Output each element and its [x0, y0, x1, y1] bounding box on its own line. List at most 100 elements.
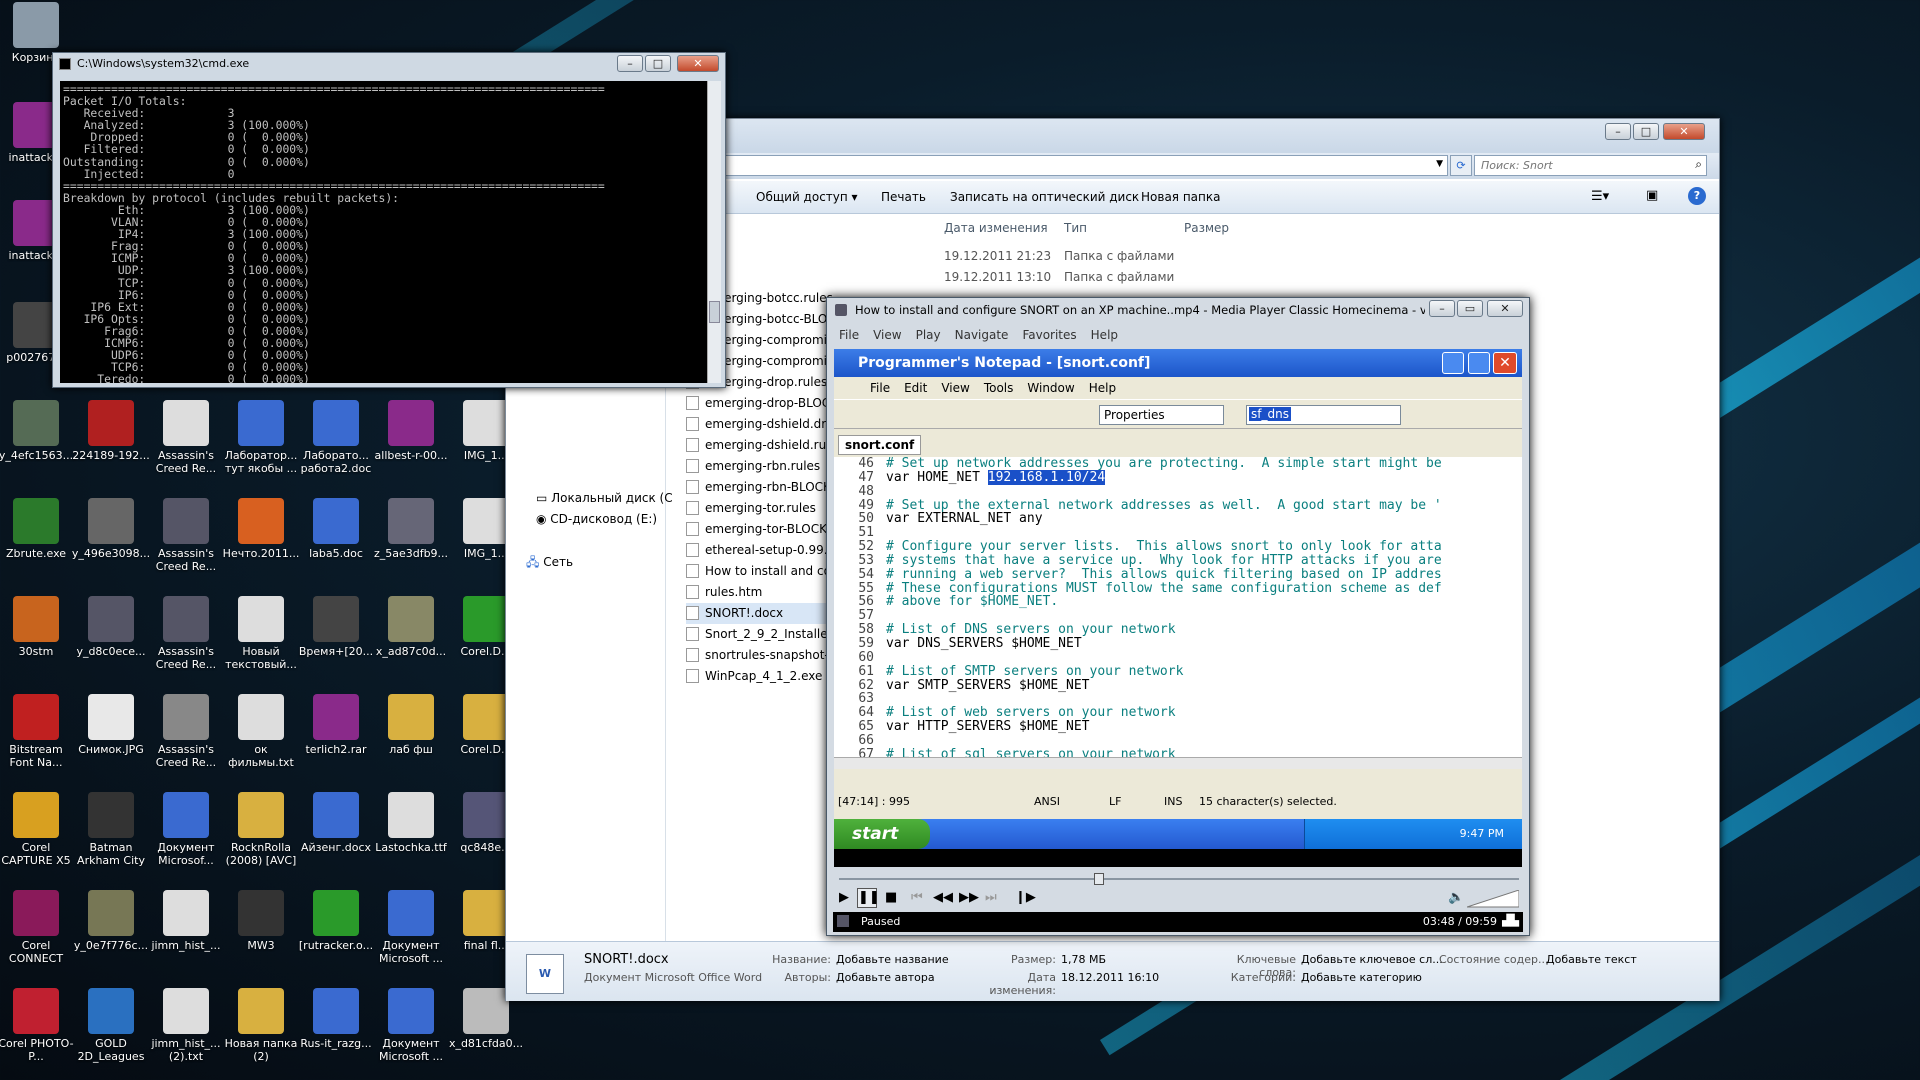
refresh-icon[interactable]: ⟳: [1450, 155, 1472, 176]
desktop-icon[interactable]: Документ Microsof...: [146, 792, 226, 867]
file-row[interactable]: emerging-tor.rules: [686, 498, 836, 519]
nav-network[interactable]: 🖧 Сеть: [526, 553, 573, 574]
file-row[interactable]: How to install and conf: [686, 561, 836, 582]
play-icon[interactable]: ▶: [839, 890, 849, 905]
detail-keywords-field[interactable]: Добавьте ключевое сл...: [1301, 953, 1443, 966]
desktop-icon[interactable]: RocknRolla (2008) [AVC]: [221, 792, 301, 867]
desktop-icon[interactable]: Corel CAPTURE X5: [0, 792, 76, 867]
search-icon[interactable]: ⌕: [1695, 157, 1702, 172]
close-button[interactable]: ✕: [1487, 300, 1523, 317]
desktop-icon[interactable]: y_4efc1563...: [0, 400, 76, 462]
desktop-icon[interactable]: Лаборатор... тут якобы ...: [221, 400, 301, 475]
desktop-icon[interactable]: Документ Microsoft ...: [371, 988, 451, 1063]
desktop-icon[interactable]: Corel PHOTO-P...: [0, 988, 76, 1063]
desktop-icon[interactable]: Айзенг.docx: [296, 792, 376, 854]
file-row[interactable]: SNORT!.docx: [686, 603, 836, 624]
toolbar-print-button[interactable]: Печать: [881, 190, 926, 204]
desktop-icon[interactable]: Документ Microsoft ...: [371, 890, 451, 965]
desktop-icon[interactable]: 30stm: [0, 596, 76, 658]
menu-help[interactable]: Help: [1091, 328, 1118, 342]
desktop-icon[interactable]: Снимок.JPG: [71, 694, 151, 756]
desktop-icon[interactable]: Corel CONNECT: [0, 890, 76, 965]
column-date[interactable]: Дата изменения: [944, 221, 1048, 235]
maximize-button[interactable]: □: [1633, 123, 1659, 140]
video-frame[interactable]: Programmer's Notepad - [snort.conf] ✕ Fi…: [834, 349, 1522, 867]
desktop-icon[interactable]: 224189-192...: [71, 400, 151, 462]
desktop-icon[interactable]: jimm_hist_... (2).txt: [146, 988, 226, 1063]
maximize-button[interactable]: ▭: [1457, 300, 1483, 317]
menu-play[interactable]: Play: [916, 328, 941, 342]
file-row[interactable]: emerging-tor-BLOCK.r: [686, 519, 836, 540]
desktop-icon[interactable]: x_ad87c0d...: [371, 596, 451, 658]
close-button[interactable]: ✕: [1663, 123, 1705, 140]
nav-cd-drive[interactable]: ◉ CD-дисковод (E:): [536, 512, 657, 526]
detail-state-field[interactable]: Добавьте текст: [1546, 953, 1637, 966]
column-type[interactable]: Тип: [1064, 221, 1087, 235]
file-row[interactable]: ethereal-setup-0.99.0.e: [686, 540, 836, 561]
rewind-icon[interactable]: ◀◀: [933, 890, 953, 905]
file-row[interactable]: rules.htm: [686, 582, 836, 603]
minimize-button[interactable]: –: [617, 55, 643, 72]
toolbar-burn-button[interactable]: Записать на оптический диск: [950, 190, 1139, 204]
dropdown-arrow-icon[interactable]: ▼: [1436, 159, 1443, 169]
seek-bar[interactable]: [839, 873, 1519, 885]
file-row[interactable]: emerging-rbn-BLOCK.r: [686, 477, 836, 498]
file-row[interactable]: emerging-drop-BLOCK: [686, 393, 836, 414]
file-row[interactable]: emerging-rbn.rules: [686, 456, 836, 477]
view-options-icon[interactable]: ☰▾: [1591, 189, 1609, 204]
column-size[interactable]: Размер: [1184, 221, 1229, 235]
desktop-icon[interactable]: allbest-r-00...: [371, 400, 451, 462]
frame-step-icon[interactable]: ❙▶: [1015, 890, 1036, 905]
desktop-icon[interactable]: Время+[20...: [296, 596, 376, 658]
desktop-icon[interactable]: Rus-it_razg...: [296, 988, 376, 1050]
desktop-icon[interactable]: Лаборато... работа2.doc: [296, 400, 376, 475]
minimize-button[interactable]: –: [1429, 300, 1455, 317]
minimize-button[interactable]: –: [1605, 123, 1631, 140]
toolbar-newfolder-button[interactable]: Новая папка: [1141, 190, 1220, 204]
desktop-icon[interactable]: y_d8c0ece...: [71, 596, 151, 658]
desktop-icon[interactable]: Bitstream Font Na...: [0, 694, 76, 769]
menu-favorites[interactable]: Favorites: [1022, 328, 1076, 342]
desktop-icon[interactable]: Assassin's Creed Re...: [146, 498, 226, 573]
preview-pane-icon[interactable]: ▣: [1646, 188, 1658, 203]
detail-title-field[interactable]: Добавьте название: [836, 953, 949, 966]
mpc-window[interactable]: How to install and configure SNORT on an…: [826, 297, 1530, 936]
search-box[interactable]: ⌕: [1474, 155, 1707, 176]
toolbar-share-button[interactable]: Общий доступ ▾: [756, 190, 858, 204]
desktop-icon[interactable]: Lastochka.ttf: [371, 792, 451, 854]
skip-forward-icon[interactable]: ⏭: [985, 890, 997, 905]
desktop-icon[interactable]: Assassin's Creed Re...: [146, 596, 226, 671]
maximize-button[interactable]: □: [645, 55, 671, 72]
desktop-icon[interactable]: GOLD 2D_Leagues: [71, 988, 151, 1063]
desktop-icon[interactable]: Zbrute.exe: [0, 498, 76, 560]
desktop-icon[interactable]: y_0e7f776c...: [71, 890, 151, 952]
close-button[interactable]: ✕: [677, 55, 719, 72]
file-row[interactable]: WinPcap_4_1_2.exe: [686, 666, 836, 687]
pause-icon[interactable]: ❚❚: [857, 888, 880, 908]
desktop-icon[interactable]: z_5ae3dfb9...: [371, 498, 451, 560]
file-row[interactable]: Snort_2_9_2_Installer.ex: [686, 624, 836, 645]
volume-slider[interactable]: [1466, 889, 1520, 908]
detail-categories-field[interactable]: Добавьте категорию: [1301, 971, 1422, 984]
desktop-icon[interactable]: Assassin's Creed Re...: [146, 400, 226, 475]
file-row[interactable]: emerging-dshield.drop: [686, 414, 836, 435]
desktop-icon[interactable]: Batman Arkham City: [71, 792, 151, 867]
desktop-icon[interactable]: ок фильмы.txt: [221, 694, 301, 769]
desktop-icon[interactable]: лаб фш: [371, 694, 451, 756]
desktop-icon[interactable]: y_496e3098...: [71, 498, 151, 560]
desktop-icon[interactable]: [rutracker.o...: [296, 890, 376, 952]
file-row[interactable]: snortrules-snapshot-29: [686, 645, 836, 666]
desktop-icon[interactable]: Assassin's Creed Re...: [146, 694, 226, 769]
file-row[interactable]: emerging-dshield.rules: [686, 435, 836, 456]
menu-view[interactable]: View: [873, 328, 901, 342]
desktop-icon[interactable]: Новый текстовый...: [221, 596, 301, 671]
desktop-icon[interactable]: terlich2.rar: [296, 694, 376, 756]
menu-file[interactable]: File: [839, 328, 859, 342]
desktop-icon[interactable]: laba5.doc: [296, 498, 376, 560]
detail-authors-field[interactable]: Добавьте автора: [836, 971, 935, 984]
seek-thumb[interactable]: [1094, 873, 1104, 885]
desktop-icon[interactable]: MW3: [221, 890, 301, 952]
stop-icon[interactable]: ■: [885, 890, 897, 905]
scrollbar[interactable]: [707, 81, 721, 383]
help-icon[interactable]: ?: [1688, 187, 1706, 205]
